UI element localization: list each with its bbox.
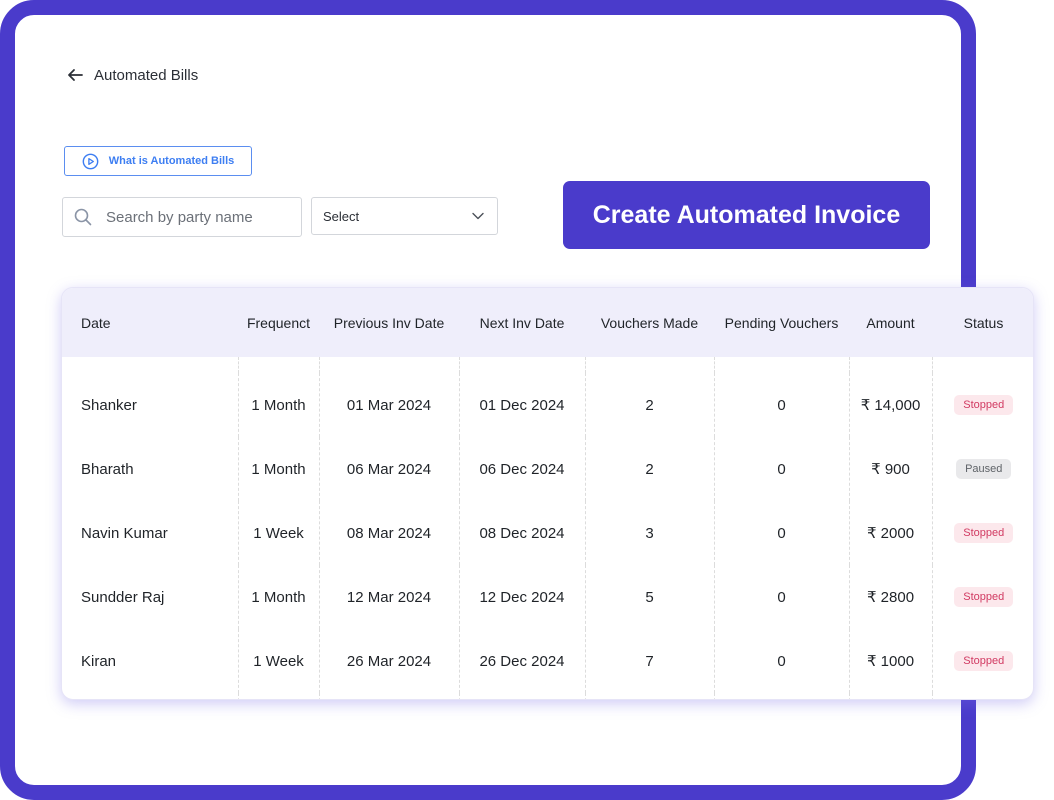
table-row[interactable]: Kiran 1 Week 26 Mar 2024 26 Dec 2024 7 0 ₹ 100… xyxy=(62,629,1033,693)
column-header-pending-vouchers[interactable]: Pending Vouchers xyxy=(714,288,849,357)
status-badge: Stopped xyxy=(954,651,1014,671)
cell-frequency: 1 Week xyxy=(237,501,319,565)
column-header-next-inv-date[interactable]: Next Inv Date xyxy=(459,288,585,357)
column-header-previous-inv-date[interactable]: Previous Inv Date xyxy=(319,288,459,357)
table-row[interactable]: Bharath 1 Month 06 Mar 2024 06 Dec 2024 2 0 ₹ … xyxy=(62,437,1033,501)
cell-frequency: 1 Month xyxy=(237,373,319,437)
search-input[interactable] xyxy=(104,207,288,227)
cell-vouchers-made: 2 xyxy=(584,437,714,501)
cell-amount: ₹ 14,000 xyxy=(848,373,932,437)
filter-select[interactable]: Select xyxy=(311,197,498,235)
cell-vouchers-made: 3 xyxy=(584,501,714,565)
cell-pending-vouchers: 0 xyxy=(713,437,849,501)
cell-previous-inv-date: 06 Mar 2024 xyxy=(318,437,459,501)
cell-frequency: 1 Week xyxy=(237,629,319,693)
search-icon xyxy=(74,208,92,226)
column-header-amount[interactable]: Amount xyxy=(849,288,932,357)
bills-table: Date Frequenct Previous Inv Date Next In… xyxy=(62,288,1033,699)
create-automated-invoice-label: Create Automated Invoice xyxy=(592,200,901,229)
cell-next-inv-date: 06 Dec 2024 xyxy=(458,437,585,501)
cell-frequency: 1 Month xyxy=(237,565,319,629)
cell-party-name: Bharath xyxy=(81,460,134,478)
cell-previous-inv-date: 26 Mar 2024 xyxy=(318,629,459,693)
cell-pending-vouchers: 0 xyxy=(713,373,849,437)
table-row[interactable]: Sundder Raj 1 Month 12 Mar 2024 12 Dec 2024… xyxy=(62,565,1033,629)
column-header-frequency[interactable]: Frequenct xyxy=(238,288,319,357)
status-badge: Paused xyxy=(956,459,1012,479)
bills-table-card: Date Frequenct Previous Inv Date Next In… xyxy=(61,287,1034,700)
cell-previous-inv-date: 12 Mar 2024 xyxy=(318,565,459,629)
cell-status: Stopped xyxy=(931,373,1033,437)
cell-status: Paused xyxy=(931,437,1033,501)
what-is-automated-bills-button[interactable]: What is Automated Bills xyxy=(64,146,252,176)
cell-pending-vouchers: 0 xyxy=(713,629,849,693)
status-badge: Stopped xyxy=(954,587,1014,607)
cell-next-inv-date: 12 Dec 2024 xyxy=(458,565,585,629)
play-circle-icon xyxy=(82,153,99,169)
table-row[interactable]: Shanker 1 Month 01 Mar 2024 01 Dec 2024 2 0 ₹ … xyxy=(62,373,1033,437)
table-header-row: Date Frequenct Previous Inv Date Next In… xyxy=(62,288,1033,357)
cell-party-name: Sundder Raj xyxy=(81,588,165,606)
cell-pending-vouchers: 0 xyxy=(713,565,849,629)
what-is-automated-bills-label: What is Automated Bills xyxy=(108,155,235,167)
cell-party-name: Kiran xyxy=(81,652,117,670)
cell-party-name: Shanker xyxy=(81,396,137,414)
cell-party-name: Navin Kumar xyxy=(81,524,168,542)
cell-status: Stopped xyxy=(931,501,1033,565)
cell-next-inv-date: 26 Dec 2024 xyxy=(458,629,585,693)
column-header-vouchers-made[interactable]: Vouchers Made xyxy=(585,288,714,357)
table-spacer xyxy=(62,693,1033,699)
cell-status: Stopped xyxy=(931,629,1033,693)
cell-next-inv-date: 08 Dec 2024 xyxy=(458,501,585,565)
cell-amount: ₹ 2000 xyxy=(848,501,932,565)
cell-amount: ₹ 1000 xyxy=(848,629,932,693)
cell-next-inv-date: 01 Dec 2024 xyxy=(458,373,585,437)
cell-vouchers-made: 5 xyxy=(584,565,714,629)
column-header-date[interactable]: Date xyxy=(62,288,238,357)
page-title: Automated Bills xyxy=(94,66,199,84)
table-spacer xyxy=(62,357,1033,373)
create-automated-invoice-button[interactable]: Create Automated Invoice xyxy=(563,181,930,249)
search-field[interactable] xyxy=(62,197,302,237)
back-button[interactable]: Automated Bills xyxy=(66,66,198,84)
cell-vouchers-made: 7 xyxy=(584,629,714,693)
cell-pending-vouchers: 0 xyxy=(713,501,849,565)
status-badge: Stopped xyxy=(954,395,1014,415)
cell-amount: ₹ 2800 xyxy=(848,565,932,629)
cell-vouchers-made: 2 xyxy=(584,373,714,437)
column-header-status[interactable]: Status xyxy=(932,288,1033,357)
cell-status: Stopped xyxy=(931,565,1033,629)
arrow-left-icon xyxy=(68,69,83,81)
cell-frequency: 1 Month xyxy=(237,437,319,501)
select-value: Select xyxy=(323,208,360,224)
cell-previous-inv-date: 08 Mar 2024 xyxy=(318,501,459,565)
cell-previous-inv-date: 01 Mar 2024 xyxy=(318,373,459,437)
cell-amount: ₹ 900 xyxy=(848,437,932,501)
table-row[interactable]: Navin Kumar 1 Week 08 Mar 2024 08 Dec 2024 3… xyxy=(62,501,1033,565)
status-badge: Stopped xyxy=(954,523,1014,543)
chevron-down-icon xyxy=(472,212,484,220)
